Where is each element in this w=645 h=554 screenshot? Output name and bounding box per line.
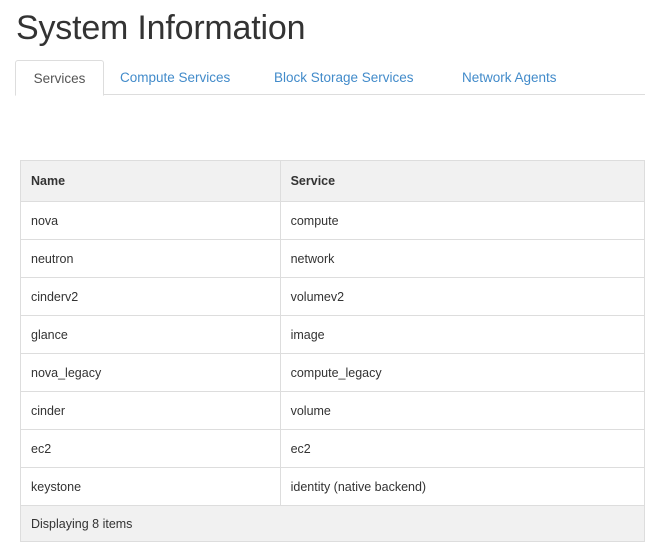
services-table: Name Service nova compute neutron networ…	[20, 160, 645, 542]
cell-service: compute	[279, 201, 645, 240]
cell-service: network	[279, 239, 645, 278]
cell-name: keystone	[20, 467, 281, 506]
table-row: neutron network	[20, 239, 645, 278]
table-row: cinder volume	[20, 391, 645, 430]
tab-compute-services[interactable]: Compute Services	[120, 60, 230, 95]
table-row: glance image	[20, 315, 645, 354]
column-header-service[interactable]: Service	[279, 160, 645, 202]
cell-name: nova_legacy	[20, 353, 281, 392]
cell-name: ec2	[20, 429, 281, 468]
cell-name: neutron	[20, 239, 281, 278]
tab-network-agents[interactable]: Network Agents	[462, 60, 557, 95]
cell-name: glance	[20, 315, 281, 354]
cell-service: volumev2	[279, 277, 645, 316]
services-table-container: Name Service nova compute neutron networ…	[20, 160, 645, 542]
system-information-page: System Information Services Compute Serv…	[0, 0, 645, 554]
table-footer-row: Displaying 8 items	[20, 505, 645, 542]
cell-service: ec2	[279, 429, 645, 468]
table-row: keystone identity (native backend)	[20, 467, 645, 506]
tab-block-storage-services[interactable]: Block Storage Services	[274, 60, 414, 95]
cell-service: volume	[279, 391, 645, 430]
tab-services[interactable]: Services	[15, 60, 104, 96]
cell-name: cinder	[20, 391, 281, 430]
table-header-row: Name Service	[20, 160, 645, 202]
item-count-text: Displaying 8 items	[20, 505, 645, 542]
cell-name: cinderv2	[20, 277, 281, 316]
cell-service: identity (native backend)	[279, 467, 645, 506]
tab-bar: Services Compute Services Block Storage …	[15, 60, 645, 96]
table-row: nova_legacy compute_legacy	[20, 353, 645, 392]
cell-service: image	[279, 315, 645, 354]
table-row: nova compute	[20, 201, 645, 240]
table-row: cinderv2 volumev2	[20, 277, 645, 316]
page-title: System Information	[16, 9, 306, 47]
cell-service: compute_legacy	[279, 353, 645, 392]
cell-name: nova	[20, 201, 281, 240]
column-header-name[interactable]: Name	[20, 160, 281, 202]
table-row: ec2 ec2	[20, 429, 645, 468]
